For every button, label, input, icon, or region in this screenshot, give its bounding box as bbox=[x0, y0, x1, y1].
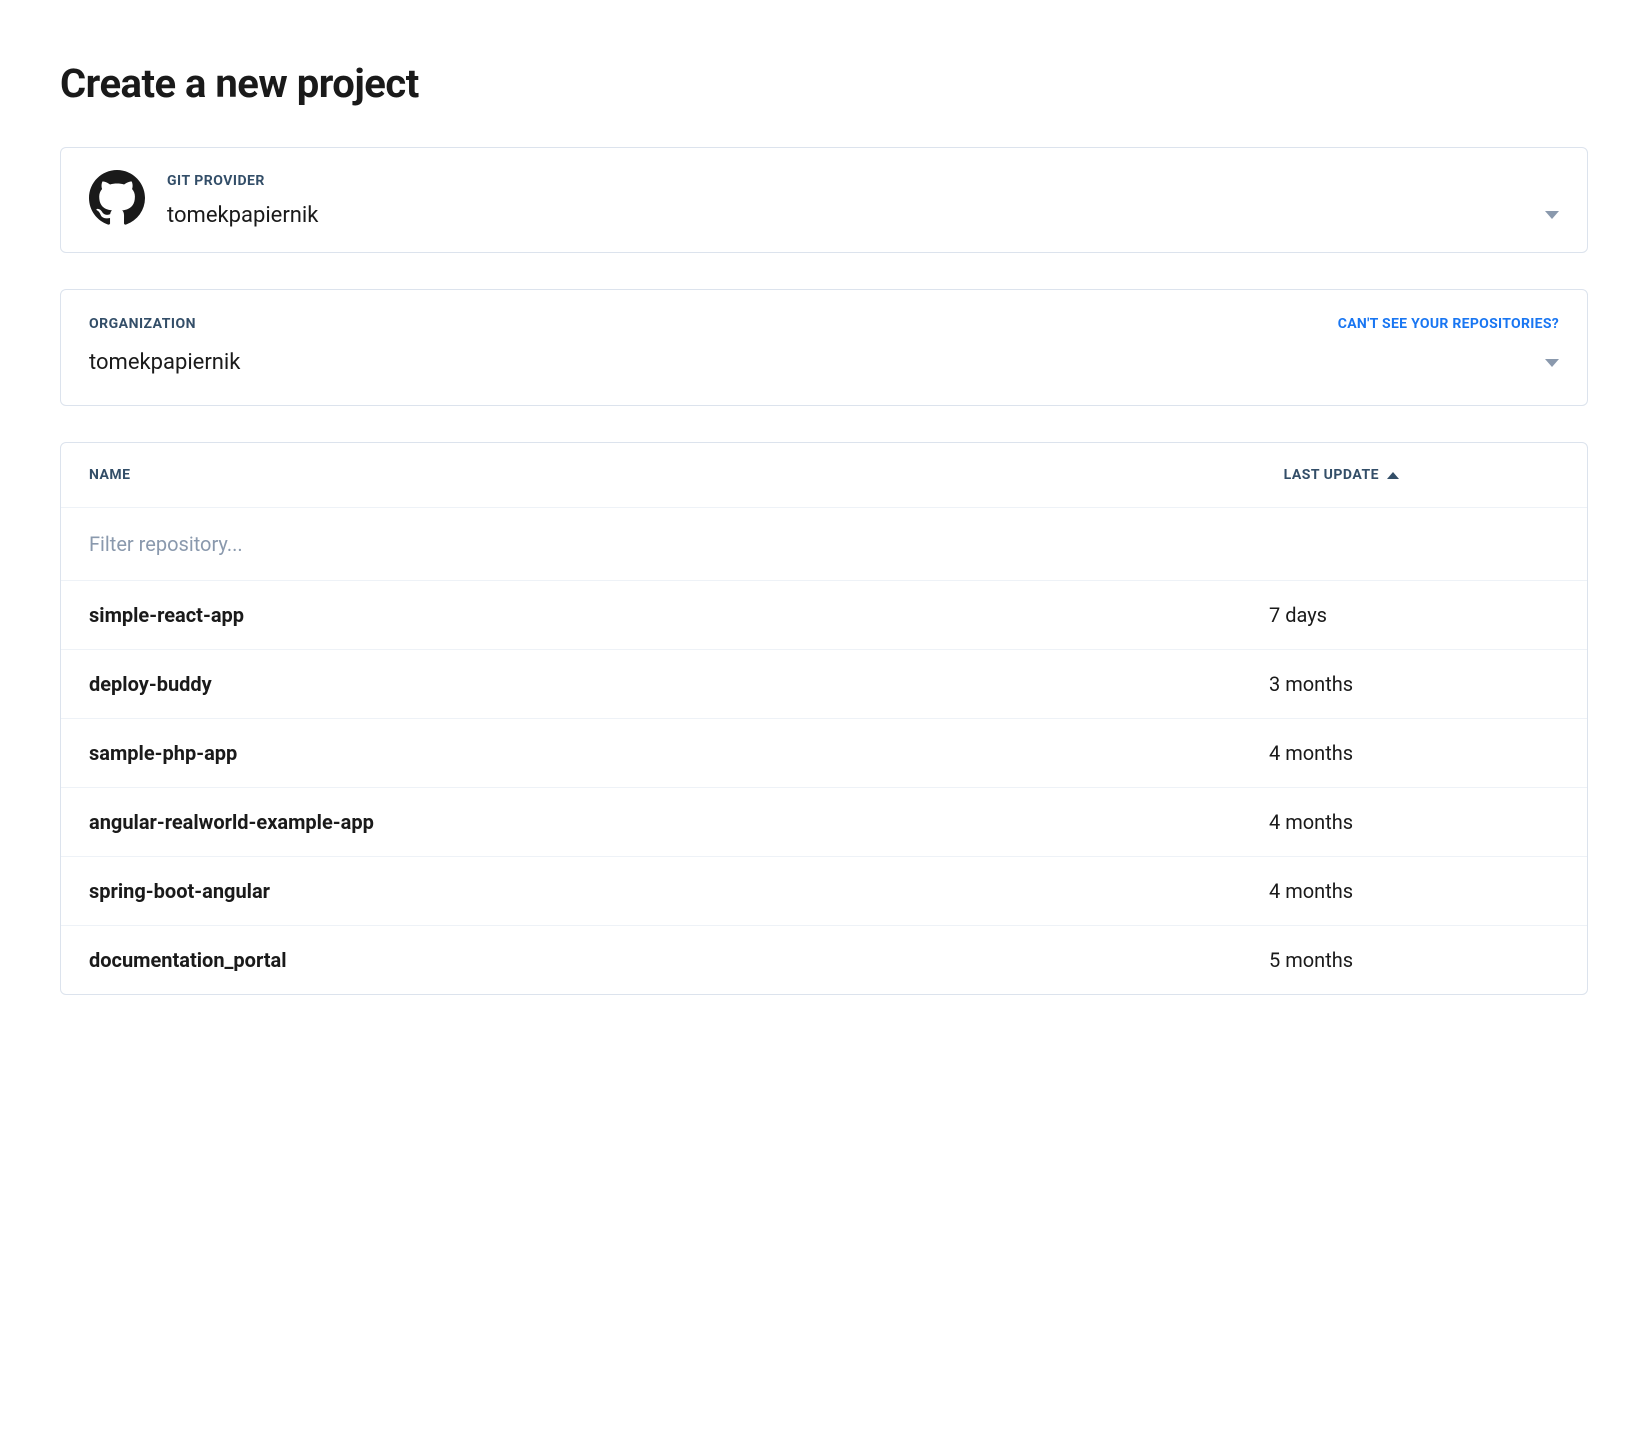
github-icon bbox=[89, 170, 145, 230]
page-title: Create a new project bbox=[60, 60, 1588, 107]
repo-last-update: 4 months bbox=[1269, 810, 1559, 834]
organization-value: tomekpapiernik bbox=[89, 350, 240, 375]
repo-name: simple-react-app bbox=[89, 603, 244, 627]
filter-row bbox=[61, 508, 1587, 581]
repo-last-update: 7 days bbox=[1269, 603, 1559, 627]
column-header-last-update[interactable]: LAST UPDATE bbox=[1284, 467, 1399, 483]
repo-table-header: NAME LAST UPDATE bbox=[61, 443, 1587, 508]
organization-label: ORGANIZATION bbox=[89, 316, 196, 332]
repo-name: sample-php-app bbox=[89, 741, 237, 765]
repo-name: documentation_portal bbox=[89, 948, 287, 972]
column-header-last-update-label: LAST UPDATE bbox=[1284, 467, 1379, 483]
chevron-down-icon bbox=[1545, 211, 1559, 219]
organization-card: ORGANIZATION CAN'T SEE YOUR REPOSITORIES… bbox=[60, 289, 1588, 406]
column-header-name[interactable]: NAME bbox=[89, 467, 131, 483]
repo-name: deploy-buddy bbox=[89, 672, 212, 696]
provider-dropdown[interactable]: tomekpapiernik bbox=[167, 203, 1559, 228]
provider-card: GIT PROVIDER tomekpapiernik bbox=[60, 147, 1588, 253]
chevron-down-icon bbox=[1545, 359, 1559, 367]
repo-name: angular-realworld-example-app bbox=[89, 810, 374, 834]
provider-value: tomekpapiernik bbox=[167, 203, 318, 228]
table-row[interactable]: simple-react-app 7 days bbox=[61, 581, 1587, 650]
repo-name: spring-boot-angular bbox=[89, 879, 270, 903]
repository-list-card: NAME LAST UPDATE simple-react-app 7 days d… bbox=[60, 442, 1588, 995]
repo-last-update: 4 months bbox=[1269, 879, 1559, 903]
chevron-up-icon bbox=[1387, 472, 1399, 479]
provider-label: GIT PROVIDER bbox=[167, 173, 1559, 189]
filter-input[interactable] bbox=[89, 532, 1559, 556]
table-row[interactable]: spring-boot-angular 4 months bbox=[61, 857, 1587, 926]
help-link[interactable]: CAN'T SEE YOUR REPOSITORIES? bbox=[1338, 316, 1559, 332]
table-row[interactable]: sample-php-app 4 months bbox=[61, 719, 1587, 788]
repo-last-update: 3 months bbox=[1269, 672, 1559, 696]
table-row[interactable]: documentation_portal 5 months bbox=[61, 926, 1587, 994]
table-row[interactable]: deploy-buddy 3 months bbox=[61, 650, 1587, 719]
organization-dropdown[interactable]: tomekpapiernik bbox=[89, 350, 1559, 375]
table-row[interactable]: angular-realworld-example-app 4 months bbox=[61, 788, 1587, 857]
repo-last-update: 5 months bbox=[1269, 948, 1559, 972]
repo-last-update: 4 months bbox=[1269, 741, 1559, 765]
